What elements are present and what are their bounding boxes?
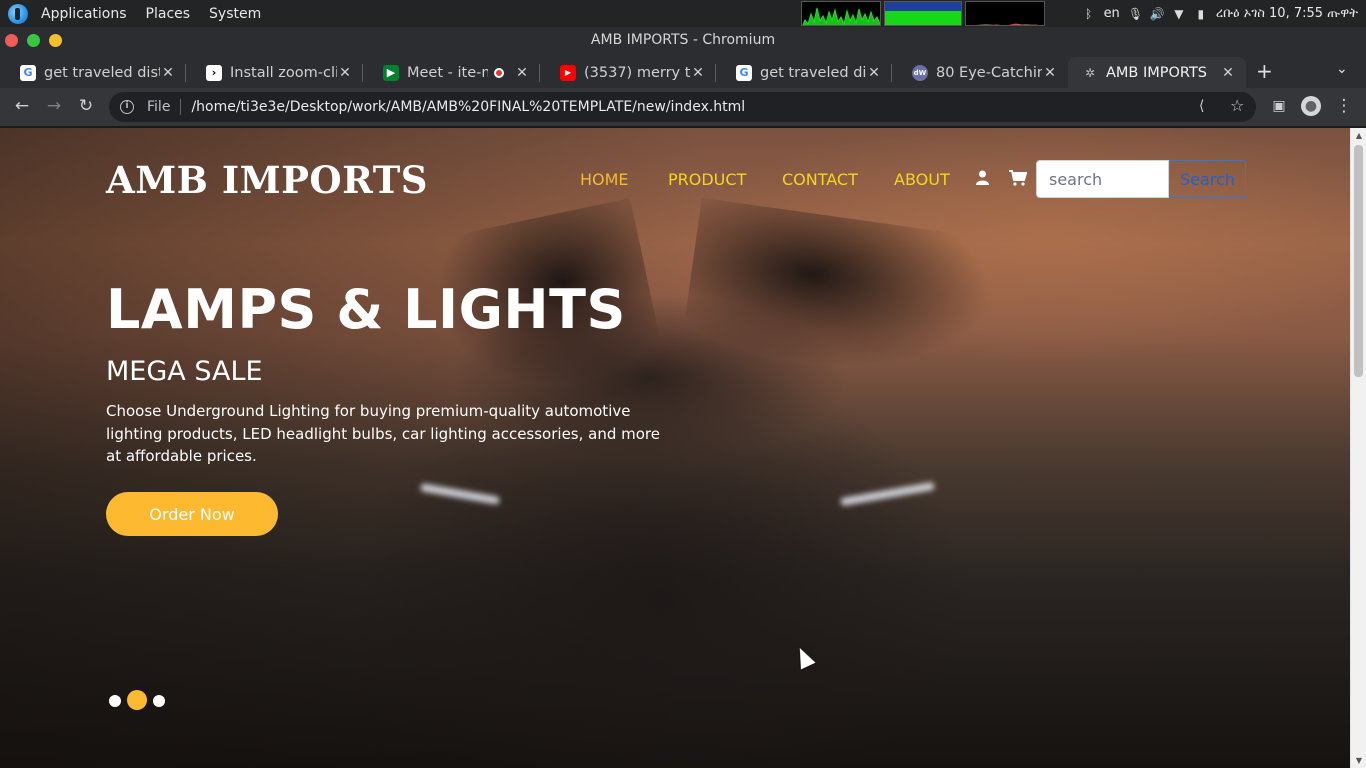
order-now-button[interactable]: Order Now [106, 492, 278, 536]
clock[interactable]: ረቡዕ ኦገስ 10, 7:55 ጡዋት [1216, 6, 1358, 21]
menu-applications[interactable]: Applications [35, 6, 133, 22]
scrollbar-thumb[interactable] [1354, 145, 1363, 377]
browser-menu-icon[interactable]: ⋮ [1333, 96, 1355, 116]
google-icon: G [736, 64, 752, 81]
tab-amb-imports[interactable]: ✲ AMB IMPORTS ✕ [1068, 57, 1246, 88]
new-tab-button[interactable]: + [1256, 59, 1273, 83]
carousel-dot-1[interactable] [109, 695, 121, 707]
youtube-icon: ▶ [560, 64, 576, 81]
network-graph[interactable] [965, 1, 1045, 26]
tab-google-meet[interactable]: ▶ Meet - ite-mf ✕ [363, 57, 540, 88]
window-titlebar[interactable]: AMB IMPORTS - Chromium [0, 27, 1366, 53]
search-button[interactable]: Search [1169, 160, 1246, 198]
os-top-panel: Applications Places System ᛒ en 🎙 🔊 ▼ ▮ … [0, 0, 1366, 27]
forward-button[interactable]: → [43, 96, 65, 116]
search-input[interactable] [1036, 160, 1169, 198]
google-meet-icon: ▶ [383, 64, 399, 81]
close-tab-icon[interactable]: ✕ [866, 65, 882, 81]
memory-graph[interactable] [884, 1, 962, 26]
hero-section: AMB IMPORTS HOME PRODUCT CONTACT ABOUT S… [0, 128, 1350, 768]
network-graph-chart [975, 23, 1039, 25]
hero-description: Choose Underground Lighting for buying p… [106, 402, 660, 465]
cpu-graph-chart [802, 7, 880, 25]
side-panel-icon[interactable]: ▣ [1268, 98, 1290, 114]
microphone-icon[interactable]: 🎙 [1128, 7, 1143, 21]
wifi-icon[interactable]: ▼ [1172, 7, 1186, 21]
tab-eye-catching[interactable]: dW 80 Eye-Catching ✕ [892, 57, 1068, 88]
nav-home[interactable]: HOME [580, 170, 629, 189]
tab-get-traveled-distance-2[interactable]: G get traveled dista ✕ [716, 57, 892, 88]
tab-youtube[interactable]: ▶ (3537) merry tub ✕ [540, 57, 716, 88]
scheme-label: File [147, 99, 171, 115]
bookmark-star-icon[interactable]: ☆ [1230, 96, 1244, 115]
hero-title: LAMPS & LIGHTS [106, 278, 626, 341]
close-tab-icon[interactable]: ✕ [514, 65, 530, 81]
url-text[interactable]: /home/ti3e3e/Desktop/work/AMB/AMB%20FINA… [191, 99, 745, 115]
volume-icon[interactable]: 🔊 [1150, 7, 1165, 21]
menu-system[interactable]: System [203, 6, 267, 22]
user-icon[interactable] [976, 170, 989, 189]
tab-install-zoom-client[interactable]: › Install zoom-clien ✕ [186, 57, 363, 88]
close-tab-icon[interactable]: ✕ [160, 65, 176, 81]
reload-button[interactable]: ↻ [75, 96, 97, 116]
distro-logo-icon[interactable] [8, 3, 28, 24]
recording-indicator-icon [494, 67, 504, 78]
cart-icon[interactable] [1009, 170, 1028, 190]
back-button[interactable]: ← [11, 96, 33, 116]
carousel-dot-3[interactable] [153, 695, 165, 707]
close-tab-icon[interactable]: ✕ [1042, 65, 1058, 81]
tab-search-chevron-icon[interactable]: ⌄ [1336, 61, 1348, 77]
google-icon: G [20, 64, 36, 81]
close-tab-icon[interactable]: ✕ [690, 65, 706, 81]
keyboard-layout[interactable]: en [1104, 6, 1120, 21]
scroll-up-arrow-icon[interactable]: ▲ [1354, 131, 1364, 140]
window-title: AMB IMPORTS - Chromium [590, 32, 776, 48]
profile-avatar[interactable]: ● [1300, 95, 1322, 116]
site-info-icon[interactable]: i [120, 100, 134, 114]
browser-toolbar: ← → ↻ i File /home/ti3e3e/Desktop/work/A… [0, 88, 1366, 126]
share-icon[interactable]: ⟨ [1199, 98, 1204, 114]
page-scrollbar[interactable]: ▲ ▼ [1350, 128, 1366, 768]
bluetooth-icon[interactable]: ᛒ [1082, 7, 1096, 21]
terminal-icon: › [206, 64, 222, 81]
page-icon: ✲ [1084, 65, 1096, 80]
scroll-down-arrow-icon[interactable]: ▼ [1354, 756, 1364, 765]
site-logo[interactable]: AMB IMPORTS [106, 158, 428, 202]
close-tab-icon[interactable]: ✕ [1220, 65, 1236, 81]
battery-icon[interactable]: ▮ [1194, 7, 1208, 21]
cpu-graph[interactable] [801, 1, 881, 26]
page-viewport: AMB IMPORTS HOME PRODUCT CONTACT ABOUT S… [0, 126, 1366, 768]
address-bar[interactable]: i File /home/ti3e3e/Desktop/work/AMB/AMB… [109, 92, 1256, 122]
system-tray: ᛒ en 🎙 🔊 ▼ ▮ ረቡዕ ኦገስ 10, 7:55 ጡዋት [1082, 0, 1366, 27]
hero-subtitle: MEGA SALE [106, 356, 263, 387]
nav-about[interactable]: ABOUT [894, 170, 950, 189]
tab-strip: G get traveled dista ✕ › Install zoom-cl… [0, 53, 1366, 88]
close-tab-icon[interactable]: ✕ [337, 65, 353, 81]
site-icon: dW [912, 64, 928, 81]
menu-places[interactable]: Places [140, 6, 197, 22]
nav-product[interactable]: PRODUCT [668, 170, 746, 189]
nav-contact[interactable]: CONTACT [782, 170, 858, 189]
carousel-dot-2-active[interactable] [127, 690, 147, 710]
tab-get-traveled-distance-1[interactable]: G get traveled dista ✕ [0, 57, 186, 88]
